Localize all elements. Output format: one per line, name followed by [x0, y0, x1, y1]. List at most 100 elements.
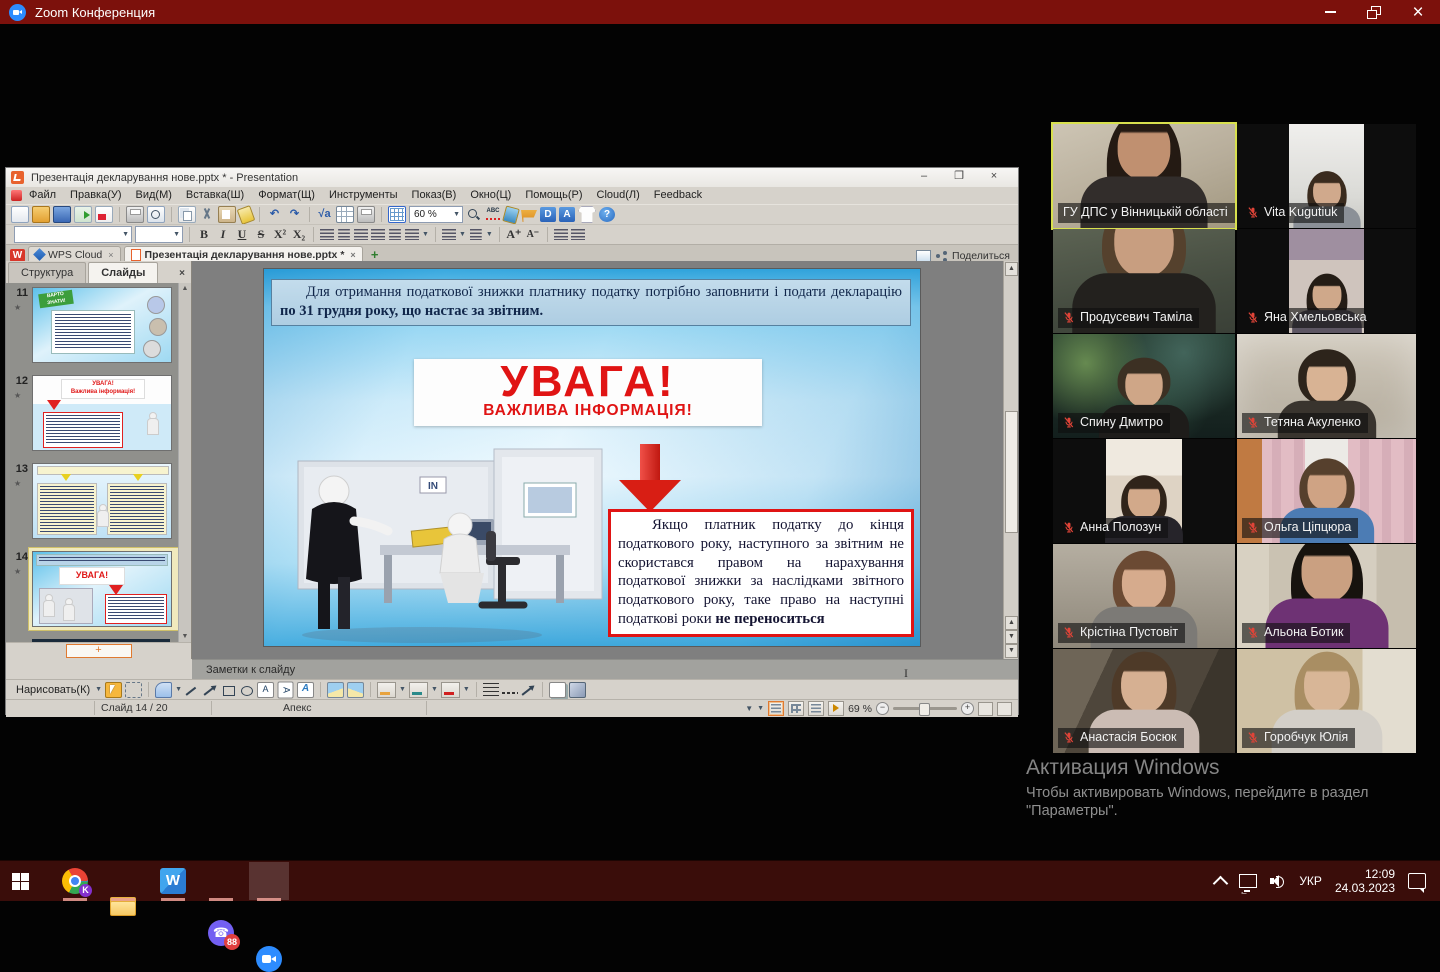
- video-tile[interactable]: Спину Дмитро: [1053, 334, 1235, 438]
- video-tile[interactable]: Vita Kugutiuk: [1237, 124, 1416, 228]
- arrow-style-icon[interactable]: [521, 683, 536, 697]
- export-icon[interactable]: [74, 206, 92, 223]
- fill-color-icon[interactable]: [377, 682, 396, 698]
- shadow-style-icon[interactable]: [549, 682, 566, 698]
- action-center-icon[interactable]: [1408, 873, 1426, 889]
- zoom-taskbar-icon[interactable]: [256, 946, 282, 972]
- zoom-out-icon[interactable]: −: [876, 702, 889, 715]
- formula-icon[interactable]: √a: [316, 207, 333, 222]
- tab-document[interactable]: Презентація декларування нове.pptx * ×: [124, 246, 363, 262]
- scrollbar-thumb[interactable]: [1005, 411, 1018, 533]
- docer-icon[interactable]: D: [540, 207, 556, 222]
- bullet-list-icon[interactable]: [469, 229, 483, 240]
- slide-thumbnail-14-selected[interactable]: 14 ★ УВАГА!: [6, 549, 179, 635]
- menu-help[interactable]: Помощь(P): [518, 187, 589, 204]
- menu-slideshow[interactable]: Показ(B): [405, 187, 464, 204]
- menu-cloud[interactable]: Cloud(Л): [590, 187, 647, 204]
- clipart-icon[interactable]: [347, 682, 364, 698]
- textbox-icon[interactable]: [257, 682, 274, 698]
- strikethrough-icon[interactable]: S: [253, 227, 269, 242]
- zoom-slider-knob[interactable]: [919, 703, 930, 716]
- slide-notes-bar[interactable]: Заметки к слайду I: [192, 659, 1018, 679]
- find-icon[interactable]: [466, 207, 482, 222]
- save-icon[interactable]: [53, 206, 71, 223]
- video-tile[interactable]: Тетяна Акуленко: [1237, 334, 1416, 438]
- align-left-icon[interactable]: [320, 229, 334, 240]
- print-icon[interactable]: [126, 206, 144, 223]
- decrease-indent-icon[interactable]: [554, 229, 568, 240]
- menu-view[interactable]: Вид(M): [129, 187, 179, 204]
- insert-picture-icon[interactable]: [327, 682, 344, 698]
- slide-thumbnail-11[interactable]: 11 ★ ВАРТО ЗНАТИ!: [6, 285, 179, 371]
- fullscreen-icon[interactable]: [997, 702, 1012, 716]
- numbered-list-icon[interactable]: [442, 229, 456, 240]
- subscript-icon[interactable]: X₂: [291, 227, 307, 242]
- volume-icon[interactable]: [1270, 874, 1286, 888]
- new-document-icon[interactable]: [11, 206, 29, 223]
- menu-tools[interactable]: Инструменты: [322, 187, 405, 204]
- video-tile[interactable]: Анастасія Босюк: [1053, 649, 1235, 753]
- bold-icon[interactable]: B: [196, 227, 212, 242]
- menu-format[interactable]: Формат(Щ): [251, 187, 322, 204]
- draw-menu-label[interactable]: Нарисовать(К): [16, 684, 90, 696]
- undo-icon[interactable]: ↶: [266, 207, 283, 222]
- normal-view-icon[interactable]: [768, 701, 784, 716]
- video-tile[interactable]: Анна Полозун: [1053, 439, 1235, 543]
- tab-close-icon[interactable]: ×: [350, 250, 355, 260]
- scroll-up-icon[interactable]: ▲: [1005, 262, 1018, 276]
- open-icon[interactable]: [32, 206, 50, 223]
- restore-button[interactable]: [1352, 0, 1396, 24]
- notes-view-icon[interactable]: [808, 701, 824, 716]
- slide-scrollbar[interactable]: ▲ ▲ ▼ ▼: [1003, 261, 1018, 659]
- insert-chart-icon[interactable]: [357, 206, 375, 223]
- pres-close-button[interactable]: ×: [981, 169, 1007, 185]
- increase-font-icon[interactable]: A⁺: [506, 227, 522, 242]
- add-slide-button[interactable]: +: [66, 644, 132, 658]
- line-spacing-icon[interactable]: [405, 229, 419, 240]
- slide-sorter-view-icon[interactable]: [788, 701, 804, 716]
- line-icon[interactable]: [185, 683, 200, 697]
- align-distribute-icon[interactable]: [388, 229, 402, 240]
- video-tile[interactable]: Ольга Ціпцюра: [1237, 439, 1416, 543]
- rectangle-icon[interactable]: [221, 683, 236, 697]
- language-indicator[interactable]: УКР: [1299, 874, 1322, 888]
- insert-table-icon[interactable]: [336, 206, 354, 223]
- spellcheck-icon[interactable]: ABC: [485, 207, 501, 222]
- paste-icon[interactable]: [218, 206, 236, 223]
- video-tile[interactable]: Альона Ботик: [1237, 544, 1416, 648]
- start-button-icon[interactable]: [12, 873, 29, 890]
- video-tile[interactable]: Крістіна Пустовіт: [1053, 544, 1235, 648]
- line-style-icon[interactable]: [483, 683, 499, 697]
- scroll-down-icon[interactable]: ▼: [1005, 644, 1018, 658]
- help-icon[interactable]: ?: [599, 207, 615, 222]
- word-icon[interactable]: W: [160, 868, 186, 894]
- filter-icon[interactable]: ▼: [745, 704, 753, 713]
- wordart-icon[interactable]: [297, 682, 314, 698]
- vertical-textbox-icon[interactable]: [278, 681, 294, 698]
- line-color-icon[interactable]: [409, 682, 428, 698]
- tab-wps-cloud[interactable]: WPS Cloud ×: [28, 246, 121, 262]
- underline-icon[interactable]: U: [234, 227, 250, 242]
- dash-style-icon[interactable]: [502, 692, 518, 694]
- viber-icon[interactable]: 88: [208, 920, 234, 946]
- three-d-style-icon[interactable]: [569, 682, 586, 698]
- panel-close-icon[interactable]: ×: [179, 268, 185, 279]
- close-button[interactable]: [1396, 0, 1440, 24]
- menu-insert[interactable]: Вставка(Ш): [179, 187, 251, 204]
- assistant-icon[interactable]: A: [559, 207, 575, 222]
- video-tile[interactable]: ГУ ДПС у Вінницькій області: [1053, 124, 1235, 228]
- zoom-in-icon[interactable]: +: [961, 702, 974, 715]
- tab-slides[interactable]: Слайды: [88, 262, 158, 283]
- print-preview-icon[interactable]: [147, 206, 165, 223]
- menu-edit[interactable]: Правка(У): [63, 187, 128, 204]
- skin-icon[interactable]: [578, 206, 596, 223]
- new-tab-button[interactable]: +: [367, 248, 383, 262]
- export-pdf-icon[interactable]: [95, 206, 113, 223]
- minimize-button[interactable]: [1308, 0, 1352, 24]
- gridlines-icon[interactable]: [388, 206, 406, 223]
- cut-icon[interactable]: [199, 207, 215, 222]
- clock[interactable]: 12:0924.03.2023: [1335, 867, 1395, 895]
- tab-close-icon[interactable]: ×: [108, 250, 113, 260]
- marquee-select-icon[interactable]: [125, 682, 142, 698]
- pres-minimize-button[interactable]: –: [911, 169, 937, 185]
